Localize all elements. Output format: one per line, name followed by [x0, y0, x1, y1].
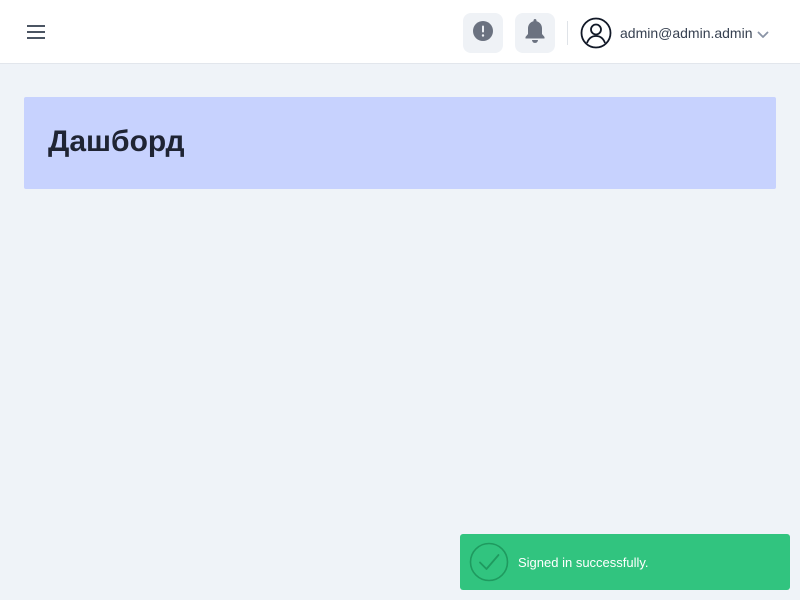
chevron-down-icon [757, 31, 769, 39]
check-circle-icon [469, 542, 509, 582]
page-header-card: Дашборд [24, 97, 776, 189]
top-navbar: admin@admin.admin [0, 0, 800, 64]
page-title: Дашборд [48, 125, 185, 158]
notifications-button[interactable] [515, 13, 555, 53]
toast-message: Signed in successfully. [518, 554, 649, 570]
user-email: admin@admin.admin [620, 25, 753, 41]
exclamation-circle-icon [473, 20, 493, 46]
user-menu[interactable]: admin@admin.admin [580, 16, 769, 50]
success-toast[interactable]: Signed in successfully. [460, 534, 790, 590]
hamburger-menu-icon[interactable] [24, 20, 48, 44]
bell-icon [524, 18, 546, 49]
header-divider [567, 21, 568, 45]
info-button[interactable] [463, 13, 503, 53]
user-circle-icon [580, 17, 612, 49]
